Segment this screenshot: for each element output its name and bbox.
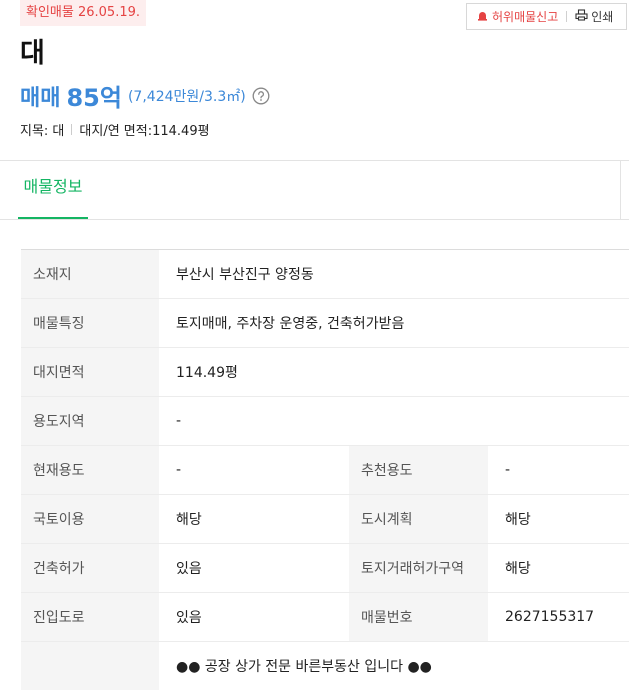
summary-divider bbox=[71, 124, 73, 135]
row-value: - bbox=[505, 462, 511, 478]
table-row: 국토이용 해당 도시계획 해당 bbox=[21, 495, 629, 544]
row-label: 도시계획 bbox=[349, 495, 488, 543]
row-label: 토지거래허가구역 bbox=[349, 544, 488, 592]
row-label: 소재지 bbox=[21, 250, 159, 298]
table-row: 진입도로 있음 매물번호 2627155317 bbox=[21, 593, 629, 642]
confirmed-listing-badge: 확인매물 26.05.19. bbox=[20, 0, 146, 26]
tab-divider bbox=[620, 161, 621, 219]
row-label: 건축허가 bbox=[21, 544, 159, 592]
row-value: 114.49평 bbox=[176, 365, 238, 381]
top-actions: 허위매물신고 인쇄 bbox=[466, 3, 627, 30]
help-circle-icon[interactable] bbox=[252, 87, 270, 105]
row-value: 부산시 부산진구 양정동 bbox=[176, 267, 314, 283]
table-row: 용도지역 - bbox=[21, 397, 629, 446]
price-per-unit: (7,424만원/3.3㎡) bbox=[127, 88, 246, 105]
row-value: 2627155317 bbox=[505, 609, 595, 625]
listing-description: ●● 공장 상가 전문 바른부동산 입니다 ●● bbox=[176, 659, 432, 675]
page-title: 대 bbox=[20, 38, 45, 69]
row-label: 추천용도 bbox=[349, 446, 488, 494]
price-type: 매매 bbox=[20, 85, 61, 111]
table-row: 소재지 부산시 부산진구 양정동 bbox=[21, 250, 629, 299]
table-row: 현재용도 - 추천용도 - bbox=[21, 446, 629, 495]
row-value: 해당 bbox=[505, 561, 531, 577]
siren-icon bbox=[477, 10, 492, 24]
land-category: 지목: 대 bbox=[20, 124, 65, 139]
row-value: 있음 bbox=[176, 561, 202, 577]
report-label: 허위매물신고 bbox=[492, 10, 559, 24]
row-value: 해당 bbox=[505, 512, 531, 528]
divider bbox=[0, 219, 629, 220]
tab-bar: 매물정보 bbox=[0, 161, 629, 219]
print-icon bbox=[575, 9, 591, 24]
report-false-listing-button[interactable]: 허위매물신고 bbox=[467, 8, 558, 25]
row-value: 토지매매, 주차장 운영중, 건축허가받음 bbox=[176, 316, 405, 332]
summary-row: 지목: 대 대지/연 면적:114.49평 bbox=[20, 120, 210, 139]
row-value: - bbox=[176, 462, 182, 478]
price-amount: 85억 bbox=[66, 84, 122, 112]
row-label: 진입도로 bbox=[21, 593, 159, 641]
action-divider bbox=[566, 11, 568, 22]
area-summary: 대지/연 면적:114.49평 bbox=[79, 124, 210, 139]
print-button[interactable]: 인쇄 bbox=[575, 8, 613, 25]
row-label: 용도지역 bbox=[21, 397, 159, 445]
print-label: 인쇄 bbox=[591, 10, 614, 24]
row-label-empty bbox=[21, 642, 159, 690]
price-row: 매매 85억 (7,424만원/3.3㎡) bbox=[20, 78, 270, 113]
row-value: 해당 bbox=[176, 512, 202, 528]
row-value: 있음 bbox=[176, 610, 202, 626]
listing-info-table: 소재지 부산시 부산진구 양정동 매물특징 토지매매, 주차장 운영중, 건축허… bbox=[21, 249, 629, 690]
table-row: 매물특징 토지매매, 주차장 운영중, 건축허가받음 bbox=[21, 299, 629, 348]
row-label: 매물번호 bbox=[349, 593, 488, 641]
row-label: 대지면적 bbox=[21, 348, 159, 396]
row-label: 현재용도 bbox=[21, 446, 159, 494]
row-label: 국토이용 bbox=[21, 495, 159, 543]
table-row: ●● 공장 상가 전문 바른부동산 입니다 ●● bbox=[21, 642, 629, 690]
row-value: - bbox=[176, 413, 182, 429]
row-label: 매물특징 bbox=[21, 299, 159, 347]
tab-listing-info[interactable]: 매물정보 bbox=[18, 161, 88, 219]
table-row: 대지면적 114.49평 bbox=[21, 348, 629, 397]
table-row: 건축허가 있음 토지거래허가구역 해당 bbox=[21, 544, 629, 593]
